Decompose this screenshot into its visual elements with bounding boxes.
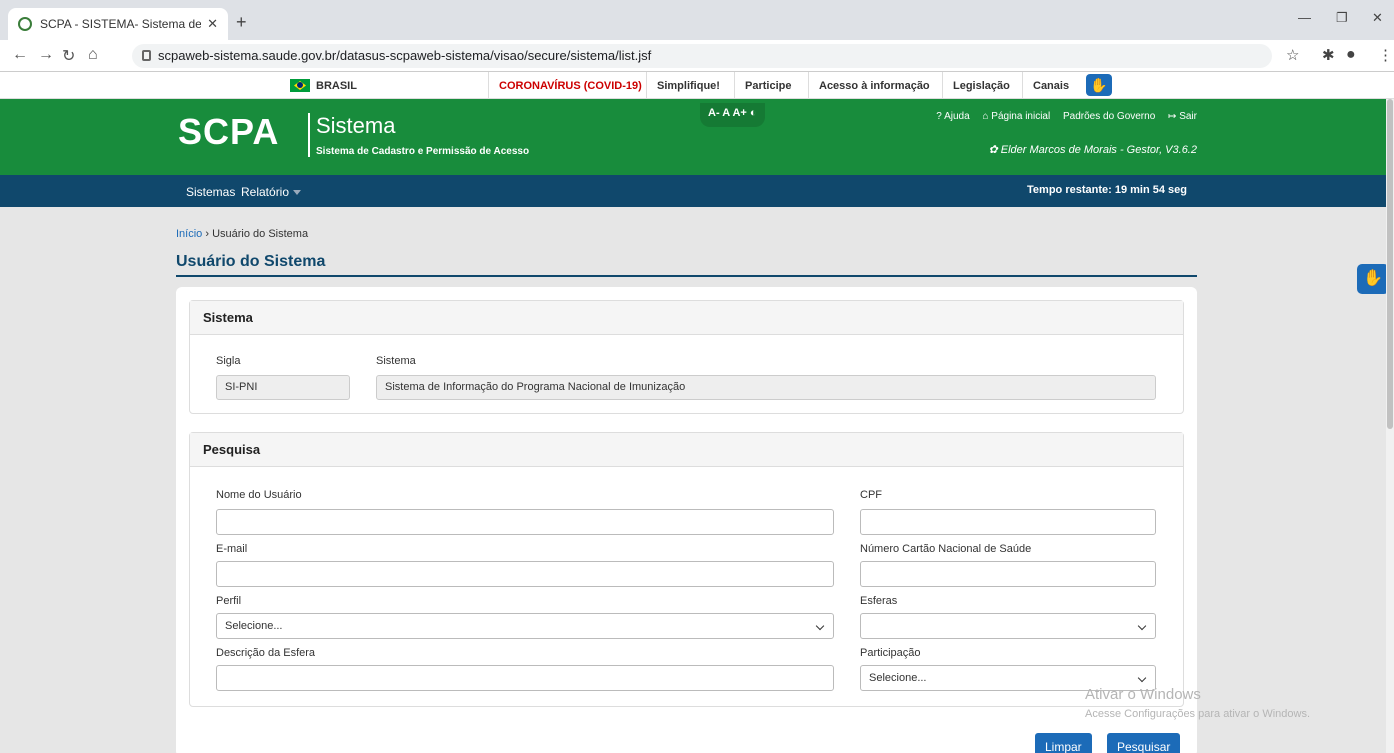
- logout-link[interactable]: ↦ Sair: [1168, 111, 1197, 122]
- breadcrumb-separator: ›: [205, 228, 210, 240]
- home-page-link[interactable]: ⌂ Página inicial: [982, 111, 1050, 122]
- minimize-icon[interactable]: —: [1298, 10, 1311, 25]
- sigla-field: SI-PNI: [216, 375, 350, 400]
- descricao-label: Descrição da Esfera: [216, 647, 316, 659]
- cns-label: Número Cartão Nacional de Saúde: [860, 543, 1032, 555]
- brasil-link[interactable]: BRASIL: [280, 72, 384, 99]
- breadcrumb-current: Usuário do Sistema: [212, 228, 309, 240]
- session-timer: Tempo restante: 19 min 54 seg: [1027, 184, 1187, 196]
- browser-tab-bar: SCPA - SISTEMA- Sistema de Cad ✕ + — ❐ ✕: [0, 0, 1394, 40]
- close-window-icon[interactable]: ✕: [1372, 10, 1383, 26]
- nome-input[interactable]: [216, 509, 834, 535]
- windows-watermark-text: Acesse Configurações para ativar o Windo…: [1085, 708, 1310, 720]
- cpf-input[interactable]: [860, 509, 1156, 535]
- limpar-button[interactable]: Limpar: [1035, 733, 1092, 753]
- pesquisar-button[interactable]: Pesquisar: [1107, 733, 1181, 753]
- gov-bar: BRASIL CORONAVÍRUS (COVID-19) Simplifiqu…: [0, 72, 1394, 99]
- participacao-label: Participação: [860, 647, 921, 659]
- acesso-informacao-link[interactable]: Acesso à informação: [808, 72, 940, 99]
- star-icon[interactable]: ☆: [1286, 46, 1299, 64]
- logo-divider: [308, 113, 310, 157]
- extensions-icon[interactable]: ✱: [1322, 46, 1335, 64]
- email-input[interactable]: [216, 561, 834, 587]
- sistema-field: Sistema de Informação do Programa Nacion…: [376, 375, 1156, 400]
- new-tab-button[interactable]: +: [236, 12, 247, 33]
- main-card: Sistema Sigla SI-PNI Sistema Sistema de …: [176, 287, 1197, 753]
- menu-sistemas[interactable]: Sistemas: [186, 185, 235, 199]
- scrollbar-thumb[interactable]: [1387, 99, 1393, 429]
- browser-tab[interactable]: SCPA - SISTEMA- Sistema de Cad ✕: [8, 8, 228, 40]
- menu-relatorio[interactable]: Relatório: [241, 185, 302, 199]
- sistema-panel-heading: Sistema: [190, 301, 1183, 335]
- descricao-input[interactable]: [216, 665, 834, 691]
- pesquisa-panel-heading: Pesquisa: [190, 433, 1183, 467]
- menu-bar: Sistemas Relatório Tempo restante: 19 mi…: [0, 175, 1394, 207]
- site-header: SCPA Sistema Sistema de Cadastro e Permi…: [0, 99, 1394, 175]
- browser-toolbar: ← → ↻ ⌂ scpaweb-sistema.saude.gov.br/dat…: [0, 40, 1394, 72]
- site-subtitle: Sistema de Cadastro e Permissão de Acess…: [316, 146, 530, 157]
- nome-label: Nome do Usuário: [216, 489, 302, 501]
- legislacao-link[interactable]: Legislação: [942, 72, 1020, 99]
- menu-dots-icon[interactable]: ⋮: [1378, 46, 1393, 64]
- email-label: E-mail: [216, 543, 248, 555]
- close-tab-icon[interactable]: ✕: [207, 16, 218, 32]
- sistema-panel: Sistema Sigla SI-PNI Sistema Sistema de …: [189, 300, 1184, 414]
- back-icon[interactable]: ←: [12, 46, 28, 64]
- windows-watermark-title: Ativar o Windows: [1085, 686, 1201, 703]
- caret-down-icon: [293, 190, 302, 196]
- canais-link[interactable]: Canais: [1022, 72, 1079, 99]
- help-link[interactable]: ? Ajuda: [936, 111, 969, 122]
- esferas-select[interactable]: [860, 613, 1156, 639]
- address-bar[interactable]: scpaweb-sistema.saude.gov.br/datasus-scp…: [132, 44, 1272, 68]
- page-title: Usuário do Sistema: [176, 253, 326, 270]
- cpf-label: CPF: [860, 489, 882, 501]
- restore-icon[interactable]: ❐: [1336, 10, 1348, 26]
- logo: SCPA: [178, 111, 280, 152]
- header-links: ? Ajuda ⌂ Página inicial Padrões do Gove…: [926, 111, 1197, 122]
- covid-link[interactable]: CORONAVÍRUS (COVID-19): [488, 72, 652, 99]
- perfil-select[interactable]: Selecione...: [216, 613, 834, 639]
- lock-icon: [142, 50, 151, 61]
- simplifique-link[interactable]: Simplifique!: [646, 72, 730, 99]
- tab-title: SCPA - SISTEMA- Sistema de Cad: [40, 17, 202, 31]
- title-underline: [176, 275, 1197, 277]
- breadcrumb: Início › Usuário do Sistema: [176, 228, 308, 240]
- gov-standards-link[interactable]: Padrões do Governo: [1063, 111, 1155, 122]
- forward-icon[interactable]: →: [38, 46, 54, 64]
- participe-link[interactable]: Participe: [734, 72, 801, 99]
- pesquisa-panel: Pesquisa Nome do Usuário CPF E-mail Núme…: [189, 432, 1184, 707]
- brasil-label: BRASIL: [316, 79, 357, 92]
- reload-icon[interactable]: ↻: [62, 46, 75, 66]
- esferas-label: Esferas: [860, 595, 898, 607]
- user-info: ✿ Elder Marcos de Morais - Gestor, V3.6.…: [988, 144, 1197, 156]
- url-text: scpaweb-sistema.saude.gov.br/datasus-scp…: [158, 48, 652, 63]
- perfil-label: Perfil: [216, 595, 242, 607]
- favicon-icon: [18, 17, 32, 31]
- menu-relatorio-label: Relatório: [241, 185, 290, 199]
- site-title: Sistema: [316, 113, 396, 138]
- font-size-controls[interactable]: A- A A+ ◐: [700, 103, 765, 127]
- breadcrumb-home[interactable]: Início: [176, 228, 202, 240]
- profile-icon[interactable]: ●: [1346, 46, 1356, 64]
- cns-input[interactable]: [860, 561, 1156, 587]
- page-scrollbar[interactable]: [1386, 99, 1394, 753]
- accessibility-hand-icon[interactable]: ✋: [1357, 264, 1389, 294]
- home-icon[interactable]: ⌂: [88, 46, 98, 64]
- brazil-flag-icon: [290, 79, 310, 92]
- sigla-label: Sigla: [216, 355, 241, 367]
- sign-language-icon[interactable]: ✋: [1086, 74, 1112, 96]
- sistema-label: Sistema: [376, 355, 416, 367]
